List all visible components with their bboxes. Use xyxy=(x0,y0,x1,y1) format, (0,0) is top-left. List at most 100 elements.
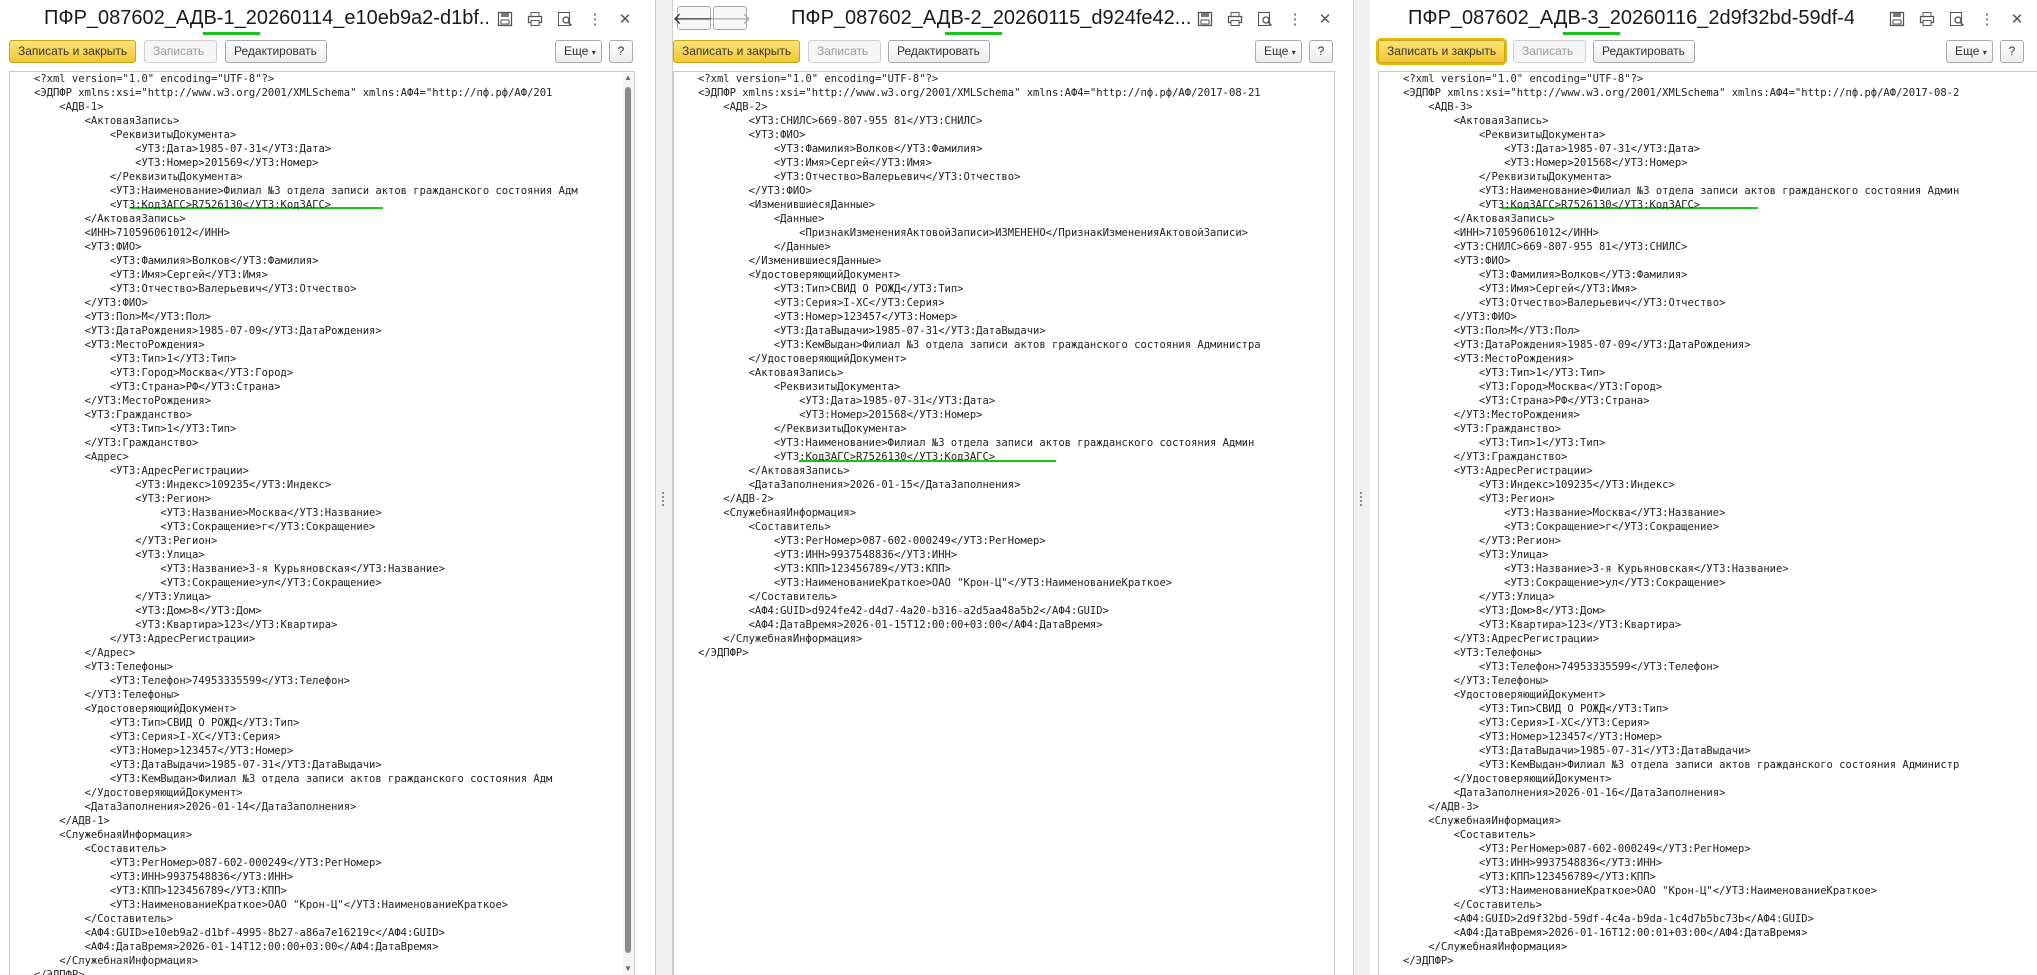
document-window-adv3: ПФР_087602_АДВ-3_20260116_2d9f32bd-59df-… xyxy=(1370,0,2037,975)
write-close-button[interactable]: Записать и закрыть xyxy=(1376,38,1507,65)
xml-line: <АФ4:ДатаВремя>2026-01-14T12:00:00+03:00… xyxy=(34,941,439,953)
xml-text-view[interactable]: <?xml version="1.0" encoding="UTF-8"?> <Э… xyxy=(1378,71,2037,975)
edit-button[interactable]: Редактировать xyxy=(888,40,990,63)
preview-icon[interactable] xyxy=(555,9,575,29)
more-menu-button[interactable]: Еще ▾ xyxy=(1946,40,1993,63)
help-button[interactable]: ? xyxy=(1309,40,1333,63)
scroll-down-icon[interactable]: ▼ xyxy=(623,964,633,973)
xml-line: <ИНН>710596061012</ИНН> xyxy=(34,227,230,239)
xml-line: <УТ3:МестоРождения> xyxy=(1403,353,1574,365)
xml-line: <СлужебнаяИнформация> xyxy=(1403,815,1562,827)
more-menu-button[interactable]: Еще ▾ xyxy=(555,40,602,63)
xml-line: <УТ3:ИНН>9937548836</УТ3:ИНН> xyxy=(1403,857,1663,869)
splitter-grip-icon[interactable] xyxy=(662,492,668,506)
xml-line: <УТ3:Улица> xyxy=(34,549,205,561)
xml-line: <УТ3:Телефон>74953335599</УТ3:Телефон> xyxy=(1403,661,1720,673)
xml-line: <АДВ-1> xyxy=(34,101,104,113)
xml-line: <УдостоверяющийДокумент> xyxy=(1403,689,1606,701)
xml-line: <ИзменившиесяДанные> xyxy=(698,199,876,211)
xml-line: <УТ3:ДатаВыдачи>1985-07-31</УТ3:ДатаВыда… xyxy=(1403,745,1751,757)
preview-icon[interactable] xyxy=(1255,9,1275,29)
window-titlebar: ПФР_087602_АДВ-3_20260116_2d9f32bd-59df-… xyxy=(1370,0,2037,38)
splitter-grip-icon[interactable] xyxy=(1360,492,1366,506)
more-vertical-icon[interactable]: ⋮ xyxy=(1977,9,1997,29)
xml-line: <УТ3:Дом>8</УТ3:Дом> xyxy=(34,605,262,617)
xml-text-view[interactable]: <?xml version="1.0" encoding="UTF-8"?> <Э… xyxy=(673,71,1335,975)
xml-line: <Данные> xyxy=(698,213,825,225)
xml-line: </УТ3:Улица> xyxy=(34,591,212,603)
title-highlight xyxy=(203,32,260,35)
more-label: Еще xyxy=(564,44,589,58)
write-close-button[interactable]: Записать и закрыть xyxy=(9,40,136,63)
back-arrow-icon[interactable]: 🡐 xyxy=(673,6,715,30)
help-button[interactable]: ? xyxy=(609,40,633,63)
forward-arrow-icon[interactable]: 🡒 xyxy=(709,6,751,30)
more-vertical-icon[interactable]: ⋮ xyxy=(585,9,605,29)
xml-line: <ДатаЗаполнения>2026-01-15</ДатаЗаполнен… xyxy=(698,479,1021,491)
write-button[interactable]: Записать xyxy=(144,40,217,63)
xml-line: <УТ3:Название>Москва</УТ3:Название> xyxy=(1403,507,1726,519)
scroll-thumb[interactable] xyxy=(625,87,631,953)
xml-line: </РеквизитыДокумента> xyxy=(1403,171,1612,183)
xml-line: <УТ3:Пол>М</УТ3:Пол> xyxy=(1403,325,1581,337)
xml-line: <АФ4:GUID>e10eb9a2-d1bf-4995-8b27-a86a7e… xyxy=(34,927,445,939)
close-icon[interactable]: ✕ xyxy=(615,9,635,29)
save-disk-icon[interactable] xyxy=(495,9,515,29)
xml-line: <УТ3:НаименованиеКраткое>ОАО "Крон-Ц"</У… xyxy=(698,577,1173,589)
xml-line: <УТ3:Отчество>Валерьевич</УТ3:Отчество> xyxy=(1403,297,1726,309)
xml-line: <УТ3:Фамилия>Волков</УТ3:Фамилия> xyxy=(1403,269,1688,281)
xml-line: <УТ3:Номер>123457</УТ3:Номер> xyxy=(34,745,294,757)
xml-line: <УТ3:Номер>201569</УТ3:Номер> xyxy=(34,157,319,169)
chevron-down-icon: ▾ xyxy=(1291,48,1296,57)
xml-line: <РеквизитыДокумента> xyxy=(1403,129,1606,141)
more-vertical-icon[interactable]: ⋮ xyxy=(1285,9,1305,29)
panel-splitter[interactable] xyxy=(655,0,673,975)
xml-line: <УТ3:Тип>СВИД О РОЖД</УТ3:Тип> xyxy=(698,283,964,295)
xml-line: <УТ3:Тип>1</УТ3:Тип> xyxy=(34,423,237,435)
xml-line: <УТ3:КемВыдан>Филиал №3 отдела записи ак… xyxy=(34,773,553,785)
help-button[interactable]: ? xyxy=(2000,40,2024,63)
printer-icon[interactable] xyxy=(1917,9,1937,29)
more-menu-button[interactable]: Еще ▾ xyxy=(1255,40,1302,63)
xml-line: <УТ3:Тип>1</УТ3:Тип> xyxy=(1403,367,1606,379)
xml-line: <СлужебнаяИнформация> xyxy=(34,829,193,841)
printer-icon[interactable] xyxy=(525,9,545,29)
xml-line: <УТ3:АдресРегистрации> xyxy=(34,465,249,477)
write-button[interactable]: Записать xyxy=(1513,40,1586,63)
close-icon[interactable]: ✕ xyxy=(2007,9,2027,29)
save-disk-icon[interactable] xyxy=(1887,9,1907,29)
printer-icon[interactable] xyxy=(1225,9,1245,29)
xml-line: <УТ3:Сокращение>ул</УТ3:Сокращение> xyxy=(1403,577,1726,589)
xml-line: <Составитель> xyxy=(34,843,167,855)
xml-line: <АФ4:GUID>2d9f32bd-59df-4c4a-b9da-1c4d7b… xyxy=(1403,913,1814,925)
xml-line: <УТ3:Сокращение>г</УТ3:Сокращение> xyxy=(34,521,376,533)
more-label: Еще xyxy=(1955,44,1980,58)
xml-line: </УдостоверяющийДокумент> xyxy=(698,353,907,365)
xml-line: <УТ3:Пол>М</УТ3:Пол> xyxy=(34,311,212,323)
xml-line: <УТ3:КодЗАГС>R7526130</УТ3:КодЗАГС> xyxy=(34,199,332,211)
close-icon[interactable]: ✕ xyxy=(1315,9,1335,29)
xml-line: <ДатаЗаполнения>2026-01-16</ДатаЗаполнен… xyxy=(1403,787,1726,799)
vertical-scrollbar[interactable]: ▲ ▼ xyxy=(623,73,633,975)
xml-line: </Адрес> xyxy=(34,647,136,659)
edit-button[interactable]: Редактировать xyxy=(1593,40,1695,63)
write-button[interactable]: Записать xyxy=(808,40,881,63)
xml-line: <ДатаЗаполнения>2026-01-14</ДатаЗаполнен… xyxy=(34,801,357,813)
window-titlebar: ПФР_087602_АДВ-1_20260114_e10eb9a2-d1bf.… xyxy=(0,0,655,38)
xml-line: <Адрес> xyxy=(34,451,129,463)
xml-text-view[interactable]: ▲ ▼ <?xml version="1.0" encoding="UTF-8"… xyxy=(9,71,635,975)
preview-icon[interactable] xyxy=(1947,9,1967,29)
scroll-up-icon[interactable]: ▲ xyxy=(623,73,633,82)
write-close-button[interactable]: Записать и закрыть xyxy=(673,40,800,63)
xml-line: </УТ3:АдресРегистрации> xyxy=(1403,633,1599,645)
save-disk-icon[interactable] xyxy=(1195,9,1215,29)
xml-line: </ЭДПФР> xyxy=(34,969,85,975)
title-highlight xyxy=(945,32,1002,35)
edit-button[interactable]: Редактировать xyxy=(225,40,327,63)
window-title: ПФР_087602_АДВ-3_20260116_2d9f32bd-59df-… xyxy=(1408,7,1854,29)
xml-line: <УТ3:Название>Москва</УТ3:Название> xyxy=(34,507,382,519)
xml-line: <?xml version="1.0" encoding="UTF-8"?> xyxy=(1403,73,1644,85)
panel-splitter[interactable] xyxy=(1353,0,1371,975)
xml-line: </УТ3:Гражданство> xyxy=(1403,451,1568,463)
xml-line: <УТ3:Дом>8</УТ3:Дом> xyxy=(1403,605,1606,617)
